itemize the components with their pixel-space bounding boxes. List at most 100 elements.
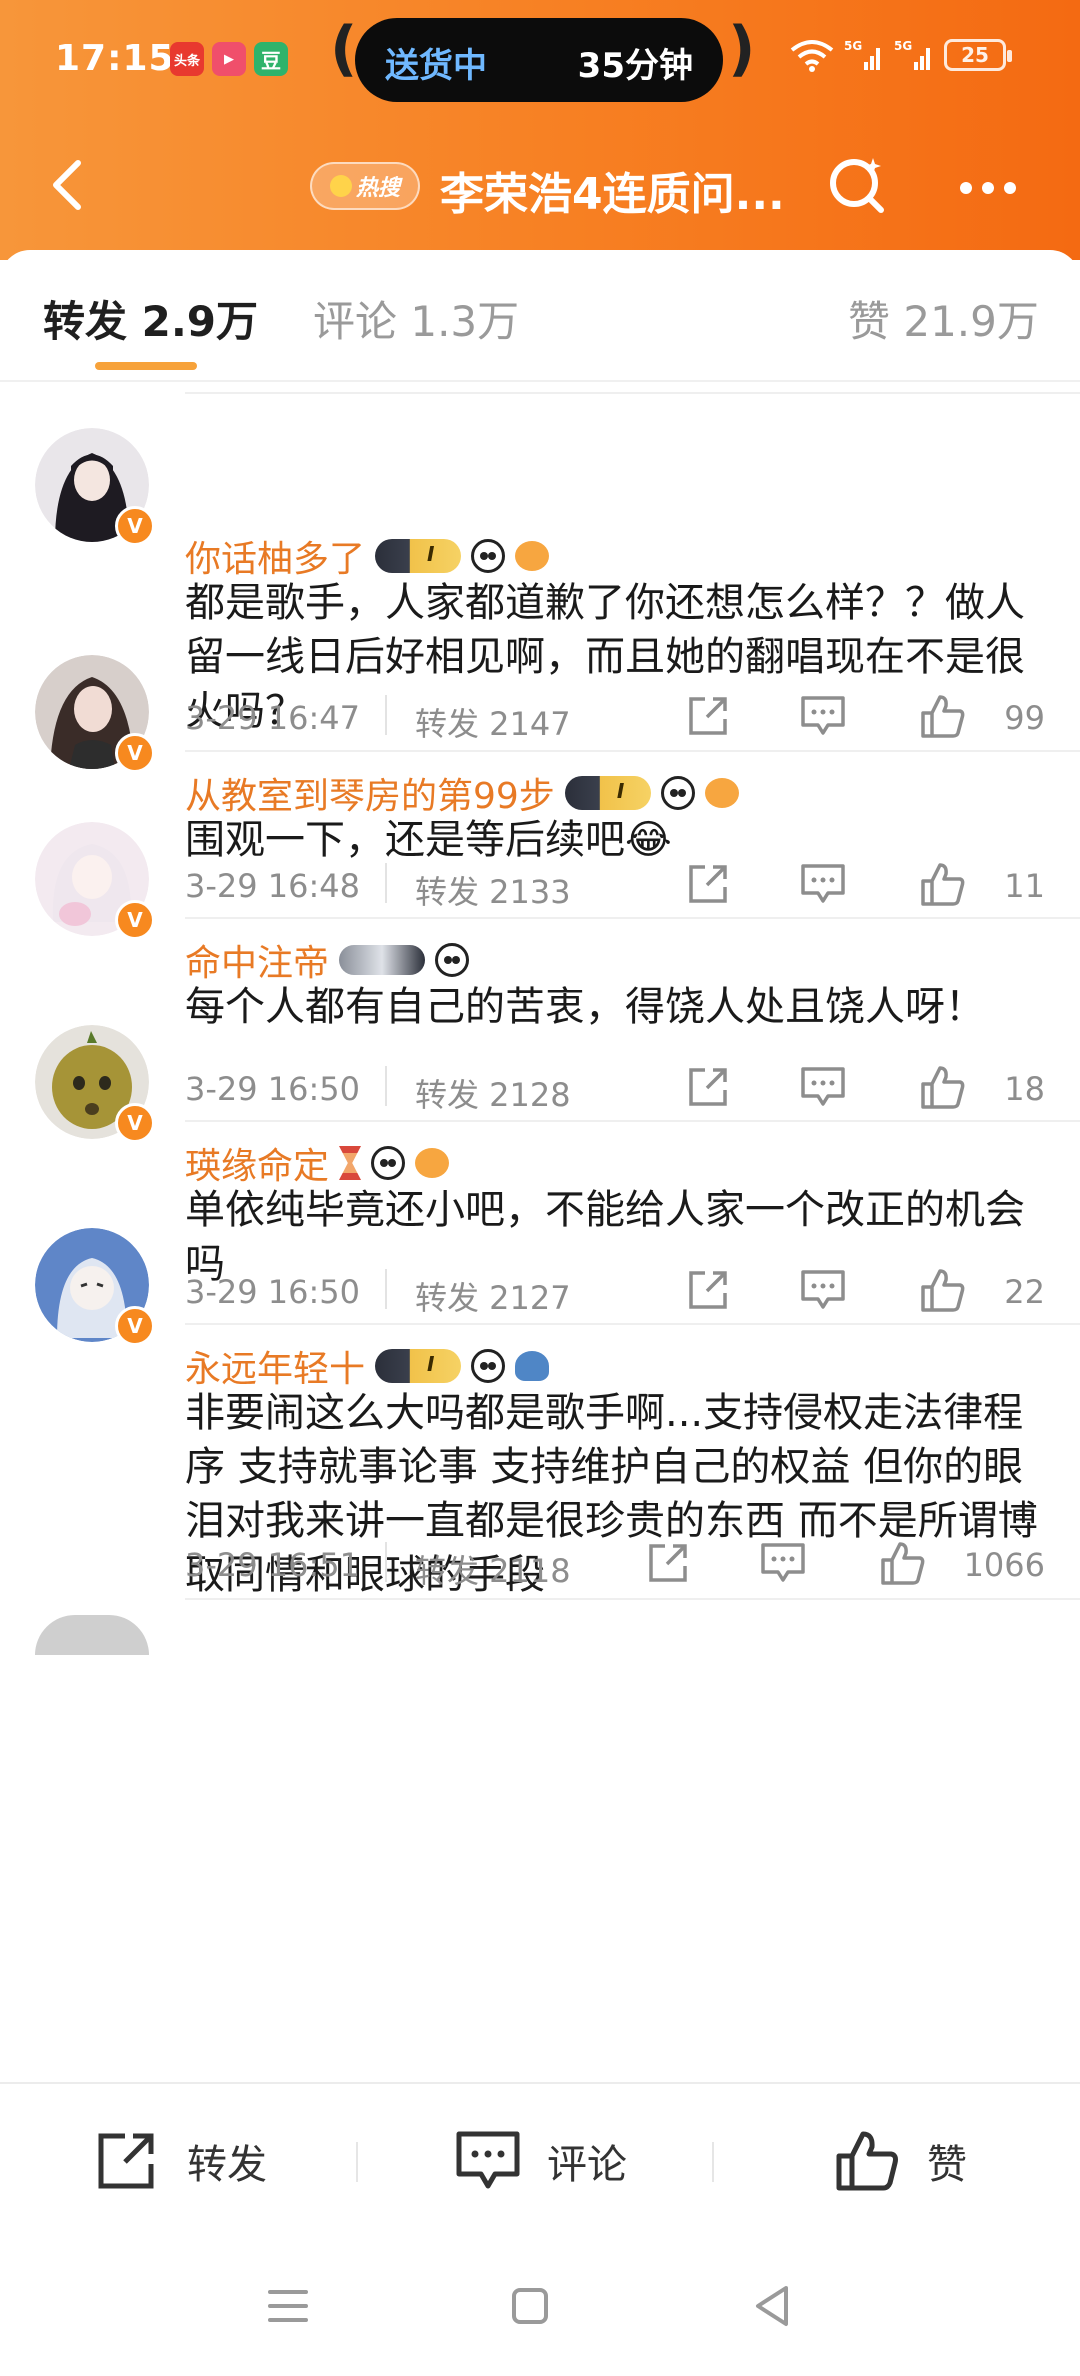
video-icon: ▶ [212, 42, 246, 76]
repost-count: 转发 2147 [415, 705, 571, 743]
avatar[interactable]: V [35, 428, 155, 546]
username[interactable]: 从教室到琴房的第99步 [185, 767, 555, 819]
comment-icon[interactable] [800, 863, 846, 905]
like-icon[interactable] [920, 1267, 966, 1313]
delivery-status: 送货中 [385, 46, 487, 86]
share-icon[interactable] [645, 1540, 691, 1586]
fish-badge-icon [415, 1148, 450, 1178]
divider [185, 1598, 1080, 1600]
pill-bracket-left: ( [330, 14, 358, 84]
like-count: 1066 [963, 1546, 1045, 1584]
tab-repost[interactable]: 转发 2.9万 [43, 288, 258, 349]
repost-count: 转发 2118 [415, 1552, 571, 1590]
signal-icon: 5G [844, 39, 880, 70]
hourglass-badge-icon [339, 1146, 362, 1180]
like-icon[interactable] [920, 1064, 966, 1110]
comment-date: 3-29 16:50 [185, 1273, 361, 1311]
search-icon[interactable] [825, 152, 891, 218]
tab-bar: 转发 2.9万 评论 1.3万 赞 21.9万 [0, 250, 1080, 380]
hot-search-label: 热搜 [355, 176, 400, 201]
share-icon[interactable] [685, 1064, 731, 1110]
repost-count: 转发 2133 [415, 873, 571, 911]
avatar[interactable]: V [35, 822, 155, 940]
divider [185, 392, 1080, 394]
repost-count: 转发 2128 [415, 1076, 571, 1114]
like-button[interactable]: 赞 [835, 2130, 967, 2192]
comment-text: 围观一下，还是等后续吧😂 [185, 817, 672, 863]
tab-comments[interactable]: 评论 1.3万 [313, 288, 519, 349]
divider [185, 917, 1080, 919]
flame-icon [329, 175, 352, 197]
like-icon[interactable] [920, 693, 966, 739]
verified-badge-icon: V [115, 900, 155, 940]
repost-button[interactable]: 转发 [95, 2130, 267, 2192]
divider [185, 750, 1080, 752]
username[interactable]: 瑛缘命定 [185, 1137, 329, 1189]
page-title: 李荣浩4连质问... [440, 169, 785, 220]
repost-label: 转发 [187, 2142, 267, 2188]
system-navigation-bar [0, 2232, 1080, 2376]
delivery-eta: 35分钟 [577, 46, 693, 86]
comment-icon[interactable] [800, 1269, 846, 1311]
action-separator [356, 2142, 358, 2182]
like-icon[interactable] [880, 1540, 926, 1586]
shark-badge-icon [515, 1351, 550, 1381]
comment-icon[interactable] [800, 1066, 846, 1108]
active-tab-indicator [95, 362, 197, 370]
home-icon[interactable] [500, 2276, 560, 2336]
hot-search-badge[interactable]: 热搜 [310, 162, 420, 210]
avatar[interactable]: V [35, 1025, 155, 1143]
panda-badge-icon [371, 1146, 406, 1180]
comment-date: 3-29 16:48 [185, 867, 361, 905]
status-indicators: 5G 5G 25 [790, 38, 1012, 72]
username-row: 命中注帝 [185, 934, 470, 986]
comment-icon [456, 2131, 520, 2189]
delivery-status-pill[interactable]: 送货中 35分钟 [355, 18, 723, 102]
more-options-icon[interactable] [960, 182, 1016, 194]
verified-badge-icon: V [115, 733, 155, 773]
avatar[interactable] [35, 1615, 149, 1655]
comment-icon[interactable] [760, 1542, 806, 1584]
repost-count: 转发 2127 [415, 1279, 571, 1317]
share-icon[interactable] [685, 1267, 731, 1313]
signal-icon-2: 5G [894, 39, 930, 70]
comment-date: 3-29 16:50 [185, 1070, 361, 1108]
like-icon[interactable] [920, 861, 966, 907]
battery-icon: 25 [944, 39, 1012, 71]
username[interactable]: 命中注帝 [185, 934, 329, 986]
motorbike-badge-icon [339, 945, 426, 975]
comment-button[interactable]: 评论 [455, 2130, 627, 2192]
back-triangle-icon[interactable] [742, 2276, 802, 2336]
verified-badge-icon: V [115, 1103, 155, 1143]
avatar[interactable]: V [35, 655, 155, 773]
tab-likes[interactable]: 赞 21.9万 [848, 288, 1039, 349]
panda-badge-icon [471, 539, 506, 573]
fish-badge-icon [704, 778, 739, 808]
username[interactable]: 你话柚多了 [185, 530, 365, 582]
tabs-divider [0, 380, 1080, 382]
username-row: 从教室到琴房的第99步 [185, 767, 739, 819]
panda-badge-icon [435, 943, 470, 977]
menu-icon[interactable] [258, 2276, 318, 2336]
share-icon[interactable] [685, 693, 731, 739]
meta-separator [385, 695, 387, 735]
comment-meta: 3-29 16:51 转发 2118 1066 [185, 1540, 1045, 1590]
panda-badge-icon [660, 776, 695, 810]
top-navigation: 热搜 李荣浩4连质问... [0, 130, 1080, 240]
verified-badge-icon: V [115, 1306, 155, 1346]
comment-icon[interactable] [800, 695, 846, 737]
like-icon [836, 2131, 898, 2191]
douban-icon: 豆 [254, 42, 288, 76]
bottom-action-bar: 转发 评论 赞 [0, 2082, 1080, 2232]
comment-meta: 3-29 16:50 转发 2128 18 [185, 1064, 1045, 1114]
divider [185, 1323, 1080, 1325]
crown-badge-icon [375, 539, 462, 573]
meta-separator [385, 1269, 387, 1309]
username[interactable]: 永远年轻十 [185, 1340, 365, 1392]
avatar[interactable]: V [35, 1228, 155, 1346]
share-icon[interactable] [685, 861, 731, 907]
divider [185, 1120, 1080, 1122]
verified-badge-icon: V [115, 506, 155, 546]
like-count: 11 [1004, 867, 1045, 905]
back-arrow-icon[interactable] [40, 155, 100, 215]
